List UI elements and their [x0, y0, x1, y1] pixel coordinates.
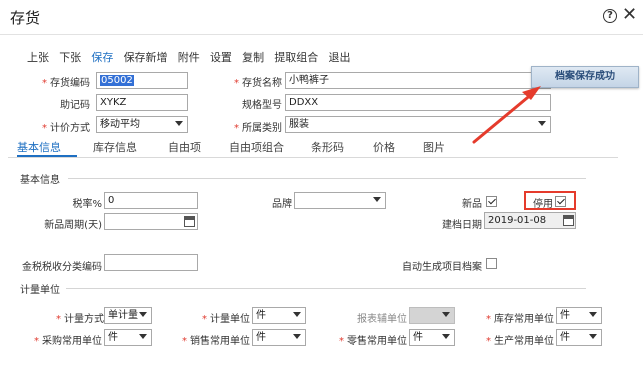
mnemonic-input[interactable]: XYKZ: [96, 94, 188, 111]
title-bar: 存货 ? ✕: [0, 0, 643, 34]
unit-select[interactable]: 件: [252, 307, 306, 324]
chevron-down-icon: [538, 121, 546, 126]
tax-label: 税率%: [72, 199, 102, 210]
code-input[interactable]: 05002: [96, 72, 188, 89]
tab-basic-info[interactable]: 基本信息: [17, 139, 61, 155]
production-unit-label: * 生产常用单位: [486, 336, 554, 347]
chevron-down-icon: [442, 334, 450, 339]
chevron-down-icon: [139, 334, 147, 339]
chevron-down-icon: [139, 312, 147, 317]
pricing-label: * 计价方式: [42, 123, 90, 134]
method-select[interactable]: 单计量: [104, 307, 152, 324]
sales-unit-label: * 销售常用单位: [182, 336, 250, 347]
new-product-checkbox[interactable]: [486, 196, 497, 207]
brand-label: 品牌: [272, 199, 292, 210]
retail-unit-select[interactable]: 件: [409, 329, 455, 346]
calendar-icon[interactable]: [563, 215, 574, 226]
new-cycle-label: 新品周期(天): [44, 220, 102, 231]
production-unit-select[interactable]: 件: [556, 329, 602, 346]
tab-stock-info[interactable]: 库存信息: [93, 139, 137, 155]
save-button[interactable]: 保存: [91, 49, 113, 65]
units-section-line: [66, 288, 586, 289]
next-button[interactable]: 下张: [59, 49, 81, 65]
tab-images[interactable]: 图片: [423, 139, 445, 155]
tax-input[interactable]: 0: [104, 192, 198, 209]
category-select[interactable]: 服装: [285, 116, 551, 133]
unit-label: * 计量单位: [202, 314, 250, 325]
chevron-down-icon: [442, 312, 450, 317]
stock-unit-select[interactable]: 件: [556, 307, 602, 324]
name-label: * 存货名称: [234, 78, 282, 89]
units-section-title: 计量单位: [20, 285, 60, 296]
sales-unit-select[interactable]: 件: [252, 329, 306, 346]
save-success-toast: 档案保存成功: [531, 66, 639, 88]
report-unit-label: 报表辅单位: [357, 314, 407, 325]
report-unit-select: [409, 307, 455, 324]
pricing-select[interactable]: 移动平均: [96, 116, 188, 133]
name-input[interactable]: 小鸭裤子: [285, 72, 551, 89]
purchase-unit-label: * 采购常用单位: [34, 336, 102, 347]
chevron-down-icon: [293, 334, 301, 339]
basic-section-line: [68, 178, 586, 179]
tab-barcode[interactable]: 条形码: [311, 139, 344, 155]
mnemonic-label: 助记码: [60, 100, 90, 111]
tab-free-items[interactable]: 自由项: [168, 139, 201, 155]
code-label: * 存货编码: [42, 78, 90, 89]
calendar-icon[interactable]: [184, 216, 195, 227]
close-icon[interactable]: ✕: [622, 6, 637, 24]
spec-label: 规格型号: [242, 100, 282, 111]
autogen-label: 自动生成项目档案: [402, 262, 482, 273]
copy-button[interactable]: 复制: [242, 49, 264, 65]
toolbar: 上张 下张 保存 保存新增 附件 设置 复制 提取组合 退出: [27, 49, 358, 65]
brand-select[interactable]: [294, 192, 386, 209]
chevron-down-icon: [589, 334, 597, 339]
chevron-down-icon: [175, 121, 183, 126]
attachment-button[interactable]: 附件: [178, 49, 200, 65]
help-icon[interactable]: ?: [603, 9, 617, 23]
chevron-down-icon: [373, 197, 381, 202]
save-new-button[interactable]: 保存新增: [124, 49, 168, 65]
prev-button[interactable]: 上张: [27, 49, 49, 65]
exit-button[interactable]: 退出: [329, 49, 351, 65]
tab-divider: [8, 157, 618, 158]
window-title: 存货: [10, 9, 41, 27]
category-label: * 所属类别: [234, 123, 282, 134]
new-product-label: 新品: [462, 199, 482, 210]
title-divider: [0, 34, 643, 35]
purchase-unit-select[interactable]: 件: [104, 329, 152, 346]
tab-price[interactable]: 价格: [373, 139, 395, 155]
created-date-label: 建档日期: [442, 220, 482, 231]
retail-unit-label: * 零售常用单位: [339, 336, 407, 347]
method-label: * 计量方式: [56, 314, 104, 325]
extract-combo-button[interactable]: 提取组合: [274, 49, 318, 65]
autogen-checkbox[interactable]: [486, 258, 497, 269]
tax-code-label: 金税税收分类编码: [22, 262, 102, 273]
annotation-highlight-box: [524, 191, 576, 210]
chevron-down-icon: [589, 312, 597, 317]
tab-free-combo[interactable]: 自由项组合: [229, 139, 284, 155]
settings-button[interactable]: 设置: [210, 49, 232, 65]
spec-input[interactable]: DDXX: [285, 94, 551, 111]
chevron-down-icon: [293, 312, 301, 317]
tax-code-input[interactable]: [104, 254, 198, 271]
stock-unit-label: * 库存常用单位: [486, 314, 554, 325]
basic-section-title: 基本信息: [20, 175, 60, 186]
